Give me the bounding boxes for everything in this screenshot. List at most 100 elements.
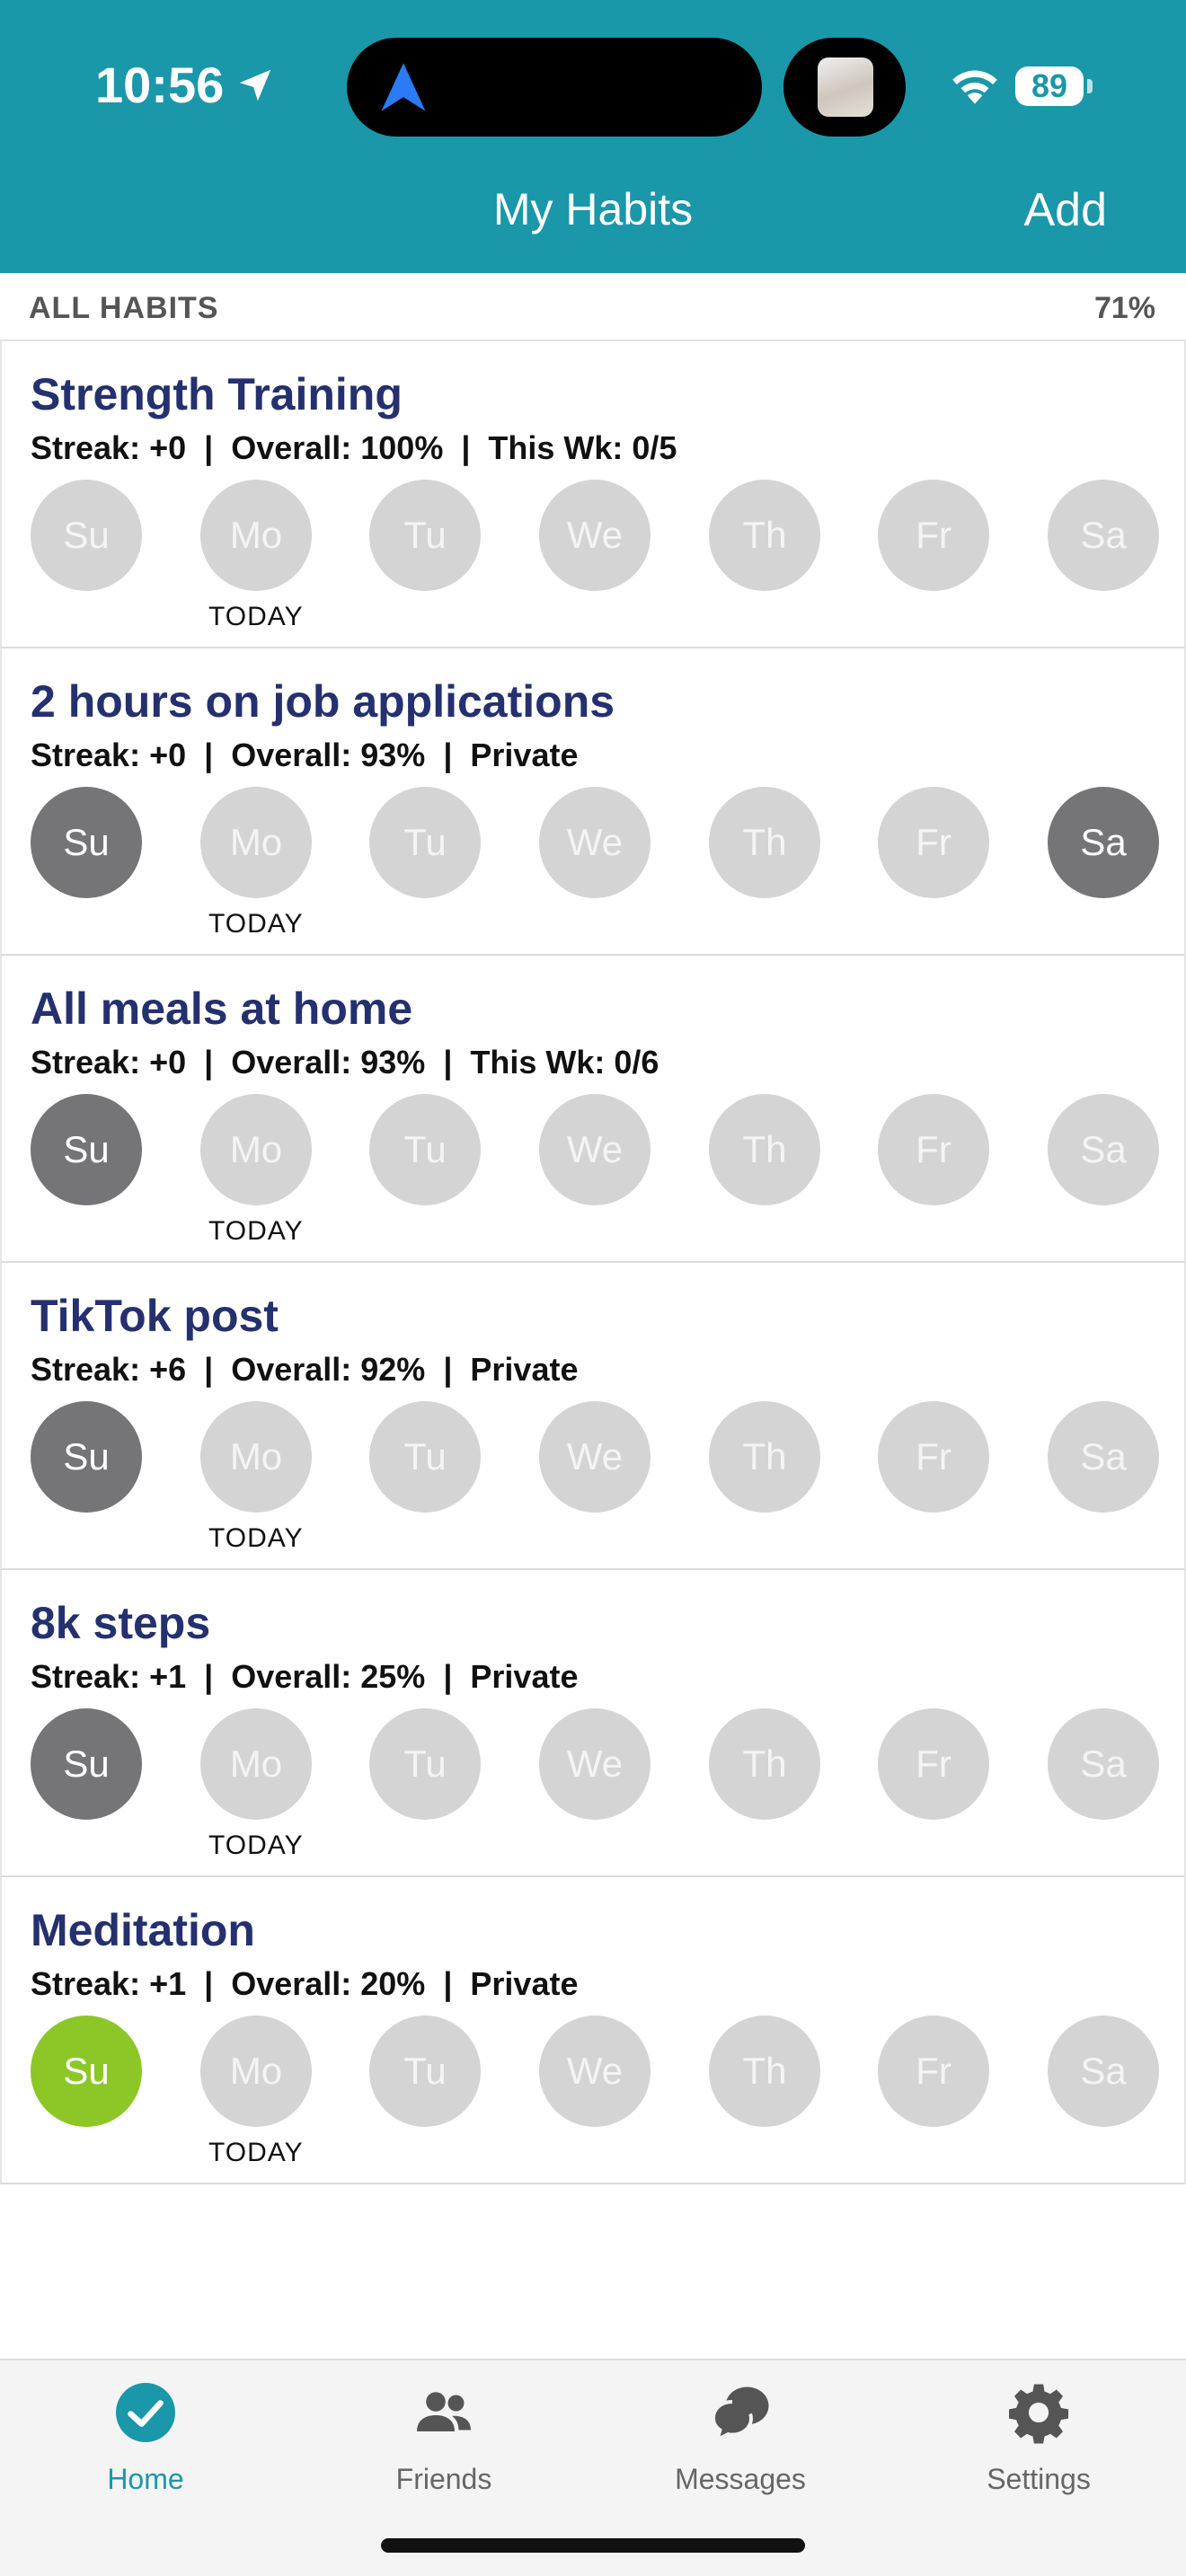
habit-name[interactable]: All meals at home — [31, 983, 412, 1035]
tab-label-messages: Messages — [675, 2463, 806, 2495]
day-toggle-tu[interactable]: Tu — [369, 787, 481, 898]
habit-list: Strength Training Streak: +0 | Overall: 1… — [0, 341, 1186, 2184]
section-label: ALL HABITS — [29, 291, 219, 325]
day-toggle-sa[interactable]: Sa — [1048, 1094, 1159, 1205]
habit-stats: Streak: +6 | Overall: 92% | Private — [31, 1351, 579, 1388]
habit-stats: Streak: +1 | Overall: 25% | Private — [31, 1658, 579, 1695]
tab-label-friends: Friends — [395, 2463, 492, 2495]
battery-level: 89 — [1031, 67, 1068, 104]
day-toggle-tu[interactable]: Tu — [369, 1094, 481, 1205]
today-label: TODAY — [208, 602, 304, 631]
day-toggle-mo[interactable]: Mo — [200, 1708, 312, 1820]
day-toggle-su[interactable]: Su — [31, 787, 142, 898]
battery-tip — [1087, 79, 1093, 93]
day-toggle-fr[interactable]: Fr — [878, 1708, 989, 1820]
habit-stats: Streak: +0 | Overall: 100% | This Wk: 0/… — [31, 429, 677, 466]
today-label: TODAY — [208, 1216, 304, 1246]
clock-text: 10:56 — [95, 57, 225, 113]
day-toggle-mo[interactable]: Mo — [200, 1401, 312, 1513]
habit-card[interactable]: Strength Training Streak: +0 | Overall: 1… — [0, 341, 1186, 648]
battery-indicator: 89 — [1015, 66, 1084, 106]
day-toggle-mo[interactable]: Mo — [200, 1094, 312, 1205]
day-toggle-th[interactable]: Th — [709, 1094, 820, 1205]
day-toggle-we[interactable]: We — [539, 480, 651, 591]
day-toggle-sa[interactable]: Sa — [1048, 480, 1159, 591]
all-habits-section-header: ALL HABITS 71% — [0, 273, 1186, 341]
day-toggle-sa[interactable]: Sa — [1048, 1401, 1159, 1513]
habit-name[interactable]: 2 hours on job applications — [31, 675, 615, 728]
day-toggle-tu[interactable]: Tu — [369, 480, 481, 591]
media-thumbnail — [818, 57, 873, 117]
tab-friends[interactable]: Friends — [345, 2380, 543, 2496]
day-toggle-fr[interactable]: Fr — [878, 1401, 989, 1513]
habit-name[interactable]: TikTok post — [31, 1290, 279, 1342]
habit-stats: Streak: +1 | Overall: 20% | Private — [31, 1965, 579, 2002]
day-toggle-mo[interactable]: Mo — [200, 2016, 312, 2127]
wifi-icon — [952, 70, 997, 104]
day-toggle-we[interactable]: We — [539, 1401, 651, 1513]
day-toggle-mo[interactable]: Mo — [200, 480, 312, 591]
habit-card[interactable]: All meals at home Streak: +0 | Overall: 9… — [0, 956, 1186, 1263]
day-toggle-fr[interactable]: Fr — [878, 787, 989, 898]
day-toggle-su[interactable]: Su — [31, 1708, 142, 1820]
check-circle-icon — [116, 2383, 175, 2442]
habit-name[interactable]: 8k steps — [31, 1597, 210, 1649]
app-header: 10:56 89 My Habits Add — [0, 0, 1186, 273]
day-toggle-sa[interactable]: Sa — [1048, 2016, 1159, 2127]
add-habit-button[interactable]: Add — [1023, 183, 1107, 237]
day-toggle-su[interactable]: Su — [31, 1401, 142, 1513]
tab-settings[interactable]: Settings — [940, 2380, 1137, 2496]
day-toggle-we[interactable]: We — [539, 2016, 651, 2127]
day-toggle-mo[interactable]: Mo — [200, 787, 312, 898]
day-toggle-su[interactable]: Su — [31, 480, 142, 591]
section-percent: 71% — [1093, 291, 1155, 325]
day-toggle-th[interactable]: Th — [709, 787, 820, 898]
week-day-row: Su Mo Tu We Th Fr Sa — [31, 787, 1159, 898]
habit-name[interactable]: Meditation — [31, 1904, 255, 1956]
week-day-row: Su Mo Tu We Th Fr Sa — [31, 2016, 1159, 2127]
tab-label-home: Home — [107, 2463, 184, 2495]
day-toggle-fr[interactable]: Fr — [878, 480, 989, 591]
navigation-arrow-icon — [381, 63, 426, 111]
day-toggle-th[interactable]: Th — [709, 1401, 820, 1513]
live-activity-thumbnail — [783, 38, 906, 137]
day-toggle-su[interactable]: Su — [31, 1094, 142, 1205]
day-toggle-we[interactable]: We — [539, 1708, 651, 1820]
day-toggle-sa[interactable]: Sa — [1048, 787, 1159, 898]
day-toggle-su[interactable]: Su — [31, 2016, 142, 2127]
day-toggle-fr[interactable]: Fr — [878, 2016, 989, 2127]
dynamic-island — [347, 38, 762, 137]
habit-name[interactable]: Strength Training — [31, 368, 403, 420]
day-toggle-we[interactable]: We — [539, 1094, 651, 1205]
habit-card[interactable]: Meditation Streak: +1 | Overall: 20% | Pr… — [0, 1877, 1186, 2184]
today-label: TODAY — [208, 1831, 304, 1860]
day-toggle-fr[interactable]: Fr — [878, 1094, 989, 1205]
today-label: TODAY — [208, 909, 304, 939]
home-indicator[interactable] — [381, 2538, 805, 2553]
tab-messages[interactable]: Messages — [642, 2380, 839, 2496]
day-toggle-th[interactable]: Th — [709, 2016, 820, 2127]
week-day-row: Su Mo Tu We Th Fr Sa — [31, 1708, 1159, 1820]
gear-icon — [1009, 2384, 1068, 2444]
location-arrow-icon — [239, 69, 271, 101]
tab-label-settings: Settings — [987, 2463, 1091, 2495]
day-toggle-tu[interactable]: Tu — [369, 1708, 481, 1820]
day-toggle-tu[interactable]: Tu — [369, 2016, 481, 2127]
status-time: 10:56 — [95, 56, 276, 114]
day-toggle-th[interactable]: Th — [709, 1708, 820, 1820]
day-toggle-sa[interactable]: Sa — [1048, 1708, 1159, 1820]
habit-stats: Streak: +0 | Overall: 93% | Private — [31, 737, 579, 773]
tab-home[interactable]: Home — [47, 2380, 244, 2496]
today-label: TODAY — [208, 1523, 304, 1553]
today-label: TODAY — [208, 2138, 304, 2167]
people-icon — [417, 2392, 471, 2431]
day-toggle-th[interactable]: Th — [709, 480, 820, 591]
day-toggle-tu[interactable]: Tu — [369, 1401, 481, 1513]
week-day-row: Su Mo Tu We Th Fr Sa — [31, 480, 1159, 591]
week-day-row: Su Mo Tu We Th Fr Sa — [31, 1401, 1159, 1513]
habit-card[interactable]: 8k steps Streak: +1 | Overall: 25% | Priv… — [0, 1570, 1186, 1877]
habit-card[interactable]: TikTok post Streak: +6 | Overall: 92% | P… — [0, 1263, 1186, 1570]
day-toggle-we[interactable]: We — [539, 787, 651, 898]
habit-stats: Streak: +0 | Overall: 93% | This Wk: 0/6 — [31, 1044, 659, 1081]
habit-card[interactable]: 2 hours on job applications Streak: +0 | … — [0, 648, 1186, 956]
